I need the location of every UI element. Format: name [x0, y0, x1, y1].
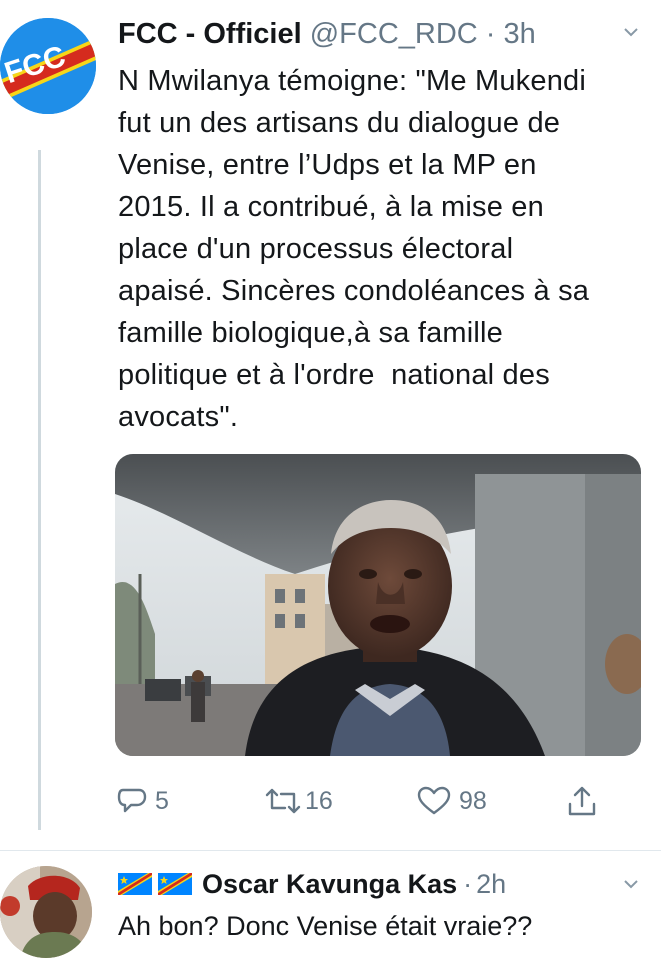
- tweet-divider: [0, 850, 661, 851]
- retweet-icon: [265, 788, 301, 814]
- drc-flag-icon: [158, 873, 192, 895]
- author-name[interactable]: FCC - Officiel: [118, 18, 302, 50]
- chevron-down-icon[interactable]: [623, 24, 639, 40]
- author-handle[interactable]: @FCC_RDC: [310, 18, 478, 50]
- like-icon: [417, 786, 451, 815]
- thread-line: [38, 150, 41, 830]
- share-button[interactable]: [567, 778, 597, 824]
- reply-icon: [117, 788, 147, 813]
- reply-avatar-photo: [0, 866, 92, 958]
- separator-dot: ·: [463, 869, 473, 899]
- like-button[interactable]: 98: [417, 778, 487, 824]
- retweet-button[interactable]: 16: [263, 778, 333, 824]
- reply-header: Oscar Kavunga Kas · 2h: [118, 866, 641, 902]
- reply-text: Ah bon? Donc Venise était vraie??: [118, 911, 533, 941]
- drc-flag-icon: [118, 873, 152, 895]
- share-icon: [568, 786, 596, 816]
- tweet-timestamp[interactable]: 3h: [504, 18, 536, 50]
- reply-author-name[interactable]: Oscar Kavunga Kas: [202, 866, 457, 902]
- tweet-media-photo[interactable]: [115, 454, 641, 756]
- fcc-logo: FCC: [0, 18, 96, 114]
- tweet-actions: 5 16 98: [115, 778, 635, 824]
- chevron-down-icon[interactable]: [623, 876, 639, 892]
- retweet-count: 16: [305, 786, 333, 815]
- reply-timestamp[interactable]: 2h: [476, 866, 506, 902]
- photo-of-speaker: [115, 454, 641, 756]
- reply-author-avatar[interactable]: [0, 866, 92, 958]
- separator-dot: ·: [485, 18, 496, 50]
- tweet-header: FCC - Officiel @FCC_RDC · 3h: [118, 14, 641, 54]
- reply-count: 5: [155, 786, 169, 815]
- reply-button[interactable]: 5: [117, 778, 169, 824]
- author-avatar[interactable]: FCC: [0, 18, 96, 114]
- tweet-text: N Mwilanya témoigne: "Me Mukendi fut un …: [118, 65, 590, 433]
- like-count: 98: [459, 786, 487, 815]
